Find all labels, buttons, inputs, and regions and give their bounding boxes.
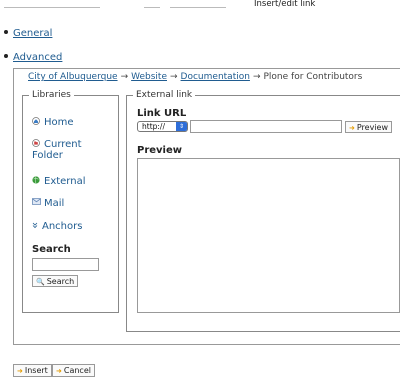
library-item-label: Current (44, 139, 82, 150)
search-icon: 🔍 (36, 278, 45, 286)
cancel-button-label: Cancel (63, 366, 91, 375)
cancel-icon: ➜ (56, 367, 62, 375)
select-arrows-icon: ⇕ (176, 122, 187, 131)
library-item-label: Mail (44, 198, 65, 209)
protocol-value: http:// (142, 122, 165, 131)
library-item-external[interactable]: External (32, 176, 86, 187)
library-item-label-line2: Folder (32, 150, 63, 161)
nav-link-advanced[interactable]: Advanced (13, 52, 62, 63)
breadcrumb-link[interactable]: Documentation (181, 72, 250, 82)
anchor-icon (32, 221, 38, 229)
bullet-icon (4, 54, 8, 58)
preview-button[interactable]: ➜ Preview (345, 121, 393, 133)
insert-icon: ➜ (17, 367, 23, 375)
breadcrumb-separator: → (252, 72, 261, 82)
current-folder-icon (32, 139, 40, 147)
library-item-mail[interactable]: Mail (32, 198, 64, 209)
preview-heading: Preview (137, 145, 183, 156)
library-item-home[interactable]: Home (32, 117, 74, 128)
breadcrumb: City of Albuquerque → Website → Documentatio… (28, 72, 362, 82)
breadcrumb-separator: → (170, 72, 178, 82)
breadcrumb-link[interactable]: Website (131, 72, 167, 82)
window-title: Insert/edit link (254, 0, 316, 9)
insert-button-label: Insert (24, 366, 48, 375)
libraries-legend: Libraries (32, 90, 71, 100)
cutoff-element (4, 0, 100, 8)
search-button-label: Search (46, 277, 75, 286)
library-item-anchors[interactable]: Anchors (32, 221, 82, 232)
url-input[interactable] (190, 120, 342, 133)
mail-icon (32, 198, 41, 206)
breadcrumb-link[interactable]: City of Albuquerque (28, 72, 118, 82)
cutoff-element (144, 0, 160, 8)
breadcrumb-separator: → (120, 72, 129, 82)
library-item-label: Home (44, 117, 74, 128)
cutoff-element (170, 0, 226, 8)
protocol-select[interactable]: http:// ⇕ (137, 121, 188, 132)
bullet-icon (4, 30, 8, 34)
library-item-label: External (44, 176, 86, 187)
cancel-button[interactable]: ➜ Cancel (52, 364, 95, 377)
search-heading: Search (32, 244, 71, 255)
nav-item-advanced: Advanced (4, 52, 62, 63)
top-strip: Insert/edit link (0, 0, 400, 12)
library-item-label: Anchors (42, 221, 83, 232)
nav-item-general: General (4, 28, 62, 39)
globe-icon (32, 176, 40, 184)
home-icon (32, 117, 40, 125)
library-item-current-folder[interactable]: Current Folder (32, 139, 82, 161)
search-input[interactable] (32, 258, 99, 271)
nav-link-general[interactable]: General (13, 28, 52, 39)
breadcrumb-current: Plone for Contributors (263, 72, 363, 82)
external-link-legend: External link (136, 90, 193, 100)
link-url-label: Link URL (137, 108, 187, 119)
search-button[interactable]: 🔍 Search (32, 275, 79, 287)
preview-icon: ➜ (349, 124, 355, 132)
preview-button-label: Preview (356, 123, 389, 132)
preview-area (137, 158, 400, 313)
insert-button[interactable]: ➜ Insert (13, 364, 52, 377)
